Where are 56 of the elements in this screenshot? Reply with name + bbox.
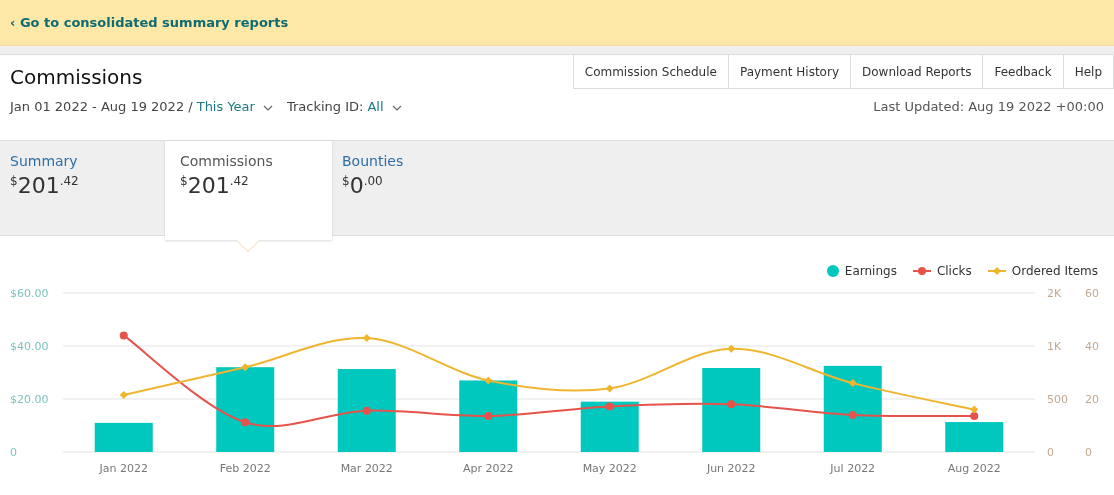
data-point xyxy=(241,418,250,427)
legend-dot-icon xyxy=(826,265,839,277)
earnings-bar xyxy=(580,401,639,452)
axis-label: Mar 2022 xyxy=(340,462,393,475)
axis-label: 2K xyxy=(1047,287,1062,300)
data-point xyxy=(727,400,736,409)
axis-label: Jan 2022 xyxy=(99,462,148,475)
axis-label: 60 xyxy=(1085,287,1099,300)
axis-label: Apr 2022 xyxy=(463,462,514,475)
data-point xyxy=(119,331,128,340)
last-updated: Last Updated: Aug 19 2022 +00:00 xyxy=(873,99,1104,114)
axis-label: 500 xyxy=(1047,393,1068,406)
data-point xyxy=(970,405,979,414)
axis-label: Aug 2022 xyxy=(947,462,1001,475)
date-range: Jan 01 2022 - Aug 19 2022 / xyxy=(10,99,193,114)
axis-label: 40 xyxy=(1085,340,1099,353)
axis-label: 0 xyxy=(1047,446,1054,459)
earnings-bar xyxy=(94,422,153,452)
axis-label: 0 xyxy=(10,446,17,459)
axis-label: Feb 2022 xyxy=(219,462,271,475)
tracking-label: Tracking ID: xyxy=(286,99,364,114)
data-point xyxy=(970,411,979,420)
axis-label: 0 xyxy=(1085,446,1092,459)
data-point xyxy=(605,402,614,411)
data-point xyxy=(727,344,736,353)
data-point xyxy=(848,410,857,419)
axis-label: $60.00 xyxy=(10,287,49,300)
summary-tab[interactable]: Commissions $^{$}$201$^{.42}$ xyxy=(165,141,332,240)
page-title: Commissions xyxy=(10,65,143,89)
legend-line-icon xyxy=(912,266,931,276)
data-point xyxy=(362,406,371,415)
data-point xyxy=(484,411,493,420)
earnings-bar xyxy=(459,380,518,452)
data-point xyxy=(605,384,614,393)
axis-label: 20 xyxy=(1085,393,1099,406)
summary-tab[interactable]: Bounties $^{$}$0$^{.00}$ xyxy=(332,141,1114,235)
axis-label: $40.00 xyxy=(10,340,49,353)
axis-label: Jul 2022 xyxy=(830,462,876,475)
summary-tab[interactable]: Summary $^{$}$201$^{.42}$ xyxy=(0,141,165,235)
period-link[interactable]: This Year xyxy=(196,99,255,114)
data-point xyxy=(241,363,250,372)
earnings-bar xyxy=(945,422,1004,452)
data-point xyxy=(119,391,128,400)
axis-label: $20.00 xyxy=(10,393,49,406)
back-link[interactable]: ‹ Go to consolidated summary reports xyxy=(10,15,289,30)
data-point xyxy=(362,334,371,343)
tracking-link[interactable]: All xyxy=(367,99,384,114)
legend-label: Ordered Items xyxy=(1011,264,1098,278)
axis-label: 1K xyxy=(1047,340,1062,353)
legend-label: Earnings xyxy=(844,264,897,278)
data-point xyxy=(484,376,493,385)
axis-label: Jun 2022 xyxy=(706,462,756,475)
legend-label: Clicks xyxy=(936,264,972,278)
data-point xyxy=(848,379,857,388)
axis-label: May 2022 xyxy=(582,462,637,475)
legend-line-icon xyxy=(987,266,1006,276)
